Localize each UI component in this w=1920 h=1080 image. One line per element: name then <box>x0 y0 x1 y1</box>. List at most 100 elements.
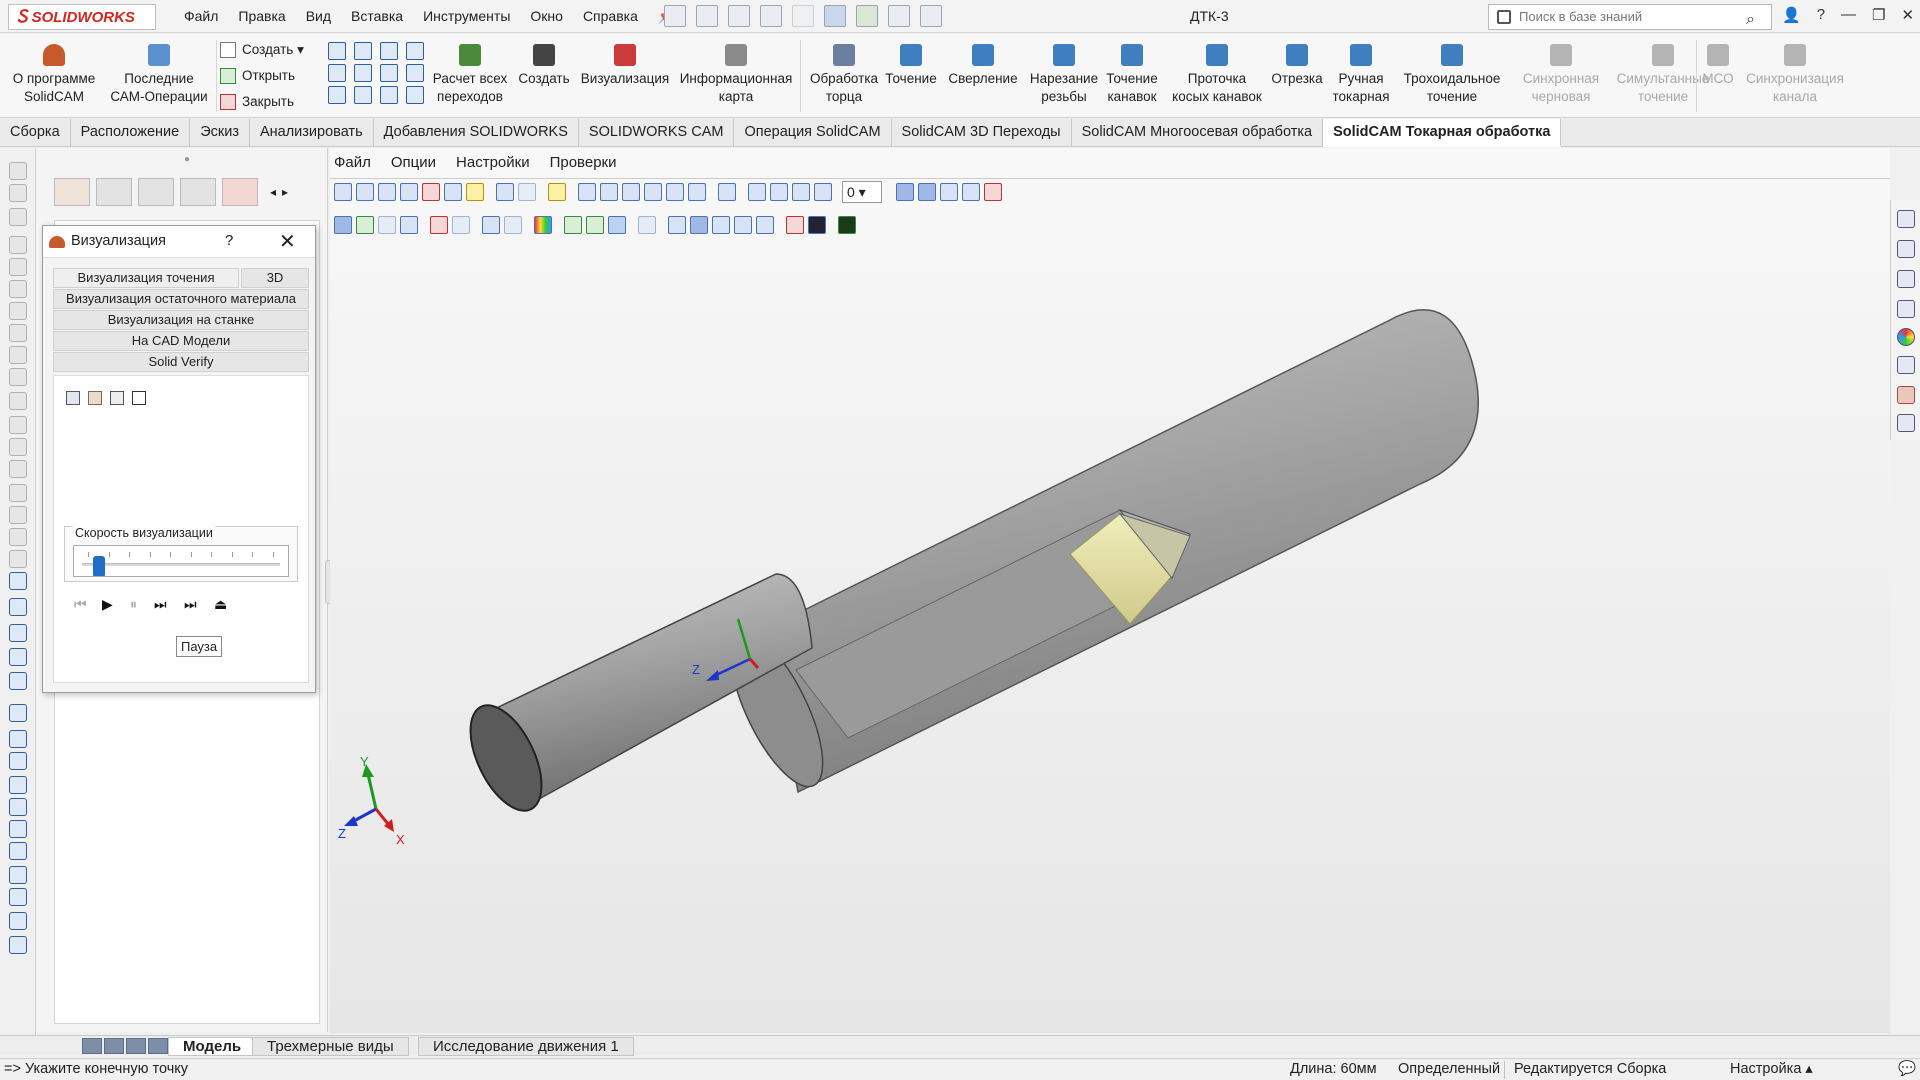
left-strip-tool-icon[interactable] <box>9 368 27 386</box>
grid-op-icon[interactable] <box>406 64 424 82</box>
measure-icon[interactable] <box>466 183 484 201</box>
section-off-icon[interactable] <box>518 183 536 201</box>
rotate-icon[interactable] <box>400 183 418 201</box>
close-icon[interactable]: ✕ <box>1901 6 1914 24</box>
report-icon[interactable] <box>838 216 856 234</box>
graphics-area[interactable]: Файл Опции Настройки Проверки 0 ▾ Z Y Z … <box>330 148 1890 1033</box>
left-strip-tool-icon[interactable] <box>9 598 27 616</box>
left-strip-tool-icon[interactable] <box>9 208 27 226</box>
view-back-icon[interactable] <box>600 183 618 201</box>
tab-solidcam-manager[interactable] <box>54 178 90 206</box>
appearances-icon[interactable] <box>1897 328 1915 346</box>
command-tab-6[interactable]: Операция SolidCAM <box>734 119 892 147</box>
solidworks-logo[interactable]: Ꮪ SOLIDWORKS <box>8 4 156 30</box>
menu-window[interactable]: Окно <box>530 8 563 25</box>
last-tab-icon[interactable] <box>148 1038 168 1054</box>
home-icon[interactable] <box>1897 210 1915 228</box>
tab-motion-study[interactable]: Исследование движения 1 <box>418 1037 634 1056</box>
axis-icon[interactable] <box>586 216 604 234</box>
open-document-icon[interactable] <box>696 5 718 27</box>
grid-op-icon[interactable] <box>406 86 424 104</box>
first-tab-icon[interactable] <box>82 1038 102 1054</box>
grid-op-icon[interactable] <box>328 64 346 82</box>
tab-on-machine[interactable]: Визуализация на станке <box>53 310 309 330</box>
user-icon[interactable]: 👤 <box>1782 6 1801 24</box>
open-small-button[interactable]: Открыть <box>220 68 295 85</box>
file-explorer-icon[interactable] <box>1897 270 1915 288</box>
ribbon-button-11[interactable]: Ручная токарная <box>1330 44 1392 106</box>
left-strip-tool-icon[interactable] <box>9 842 27 860</box>
restore-icon[interactable]: ❐ <box>1872 6 1885 24</box>
command-tab-0[interactable]: Сборка <box>0 119 71 147</box>
show-tool-icon[interactable] <box>430 216 448 234</box>
view-trimetric-icon[interactable] <box>770 183 788 201</box>
show-target-icon[interactable] <box>356 216 374 234</box>
left-strip-tool-icon[interactable] <box>9 648 27 666</box>
ribbon-button-8[interactable]: Точение канавок <box>1100 44 1164 106</box>
status-settings[interactable]: Настройка ▴ <box>1730 1059 1813 1080</box>
left-strip-tool-icon[interactable] <box>9 484 27 502</box>
next-tab-icon[interactable] <box>126 1038 146 1054</box>
machine-icon[interactable] <box>808 216 826 234</box>
undo-icon[interactable] <box>792 5 814 27</box>
left-strip-tool-icon[interactable] <box>9 572 27 590</box>
knowledge-base-search[interactable]: Поиск в базе знаний ⌕ <box>1488 4 1772 30</box>
command-tab-7[interactable]: SolidCAM 3D Переходы <box>892 119 1072 147</box>
view-dimetric-icon[interactable] <box>748 183 766 201</box>
tab-on-cad-model[interactable]: На CAD Модели <box>53 331 309 351</box>
display-edges-icon[interactable] <box>918 183 936 201</box>
chevron-left-icon[interactable]: ◂ <box>270 178 276 206</box>
pause-icon[interactable]: ⏸ <box>130 596 137 613</box>
menu-help[interactable]: Справка <box>583 8 638 25</box>
left-strip-tool-icon[interactable] <box>9 346 27 364</box>
camera-icon[interactable] <box>638 216 656 234</box>
show-holder-icon[interactable] <box>452 216 470 234</box>
view-next-icon[interactable] <box>814 183 832 201</box>
grid-op-icon[interactable] <box>354 86 372 104</box>
recent-cam-operations-button[interactable]: Последние САМ-Операции <box>106 44 212 106</box>
dialog-titlebar[interactable]: Визуализация ? ✕ <box>43 226 315 258</box>
ribbon-button-15[interactable]: МСО <box>1696 44 1740 88</box>
ribbon-button-12[interactable]: Трохоидальное точение <box>1396 44 1508 106</box>
left-strip-tool-icon[interactable] <box>9 672 27 690</box>
material-icon[interactable] <box>88 391 102 405</box>
grid-op-icon[interactable] <box>328 42 346 60</box>
select-icon[interactable] <box>444 183 462 201</box>
ribbon-button-5[interactable]: Точение <box>878 44 944 88</box>
left-strip-tool-icon[interactable] <box>9 550 27 568</box>
grid-op-icon[interactable] <box>328 86 346 104</box>
left-strip-tool-icon[interactable] <box>9 506 27 524</box>
left-strip-tool-icon[interactable] <box>9 162 27 180</box>
forum-icon[interactable] <box>1897 414 1915 432</box>
help-icon[interactable]: ? <box>225 232 233 249</box>
grid-op-icon[interactable] <box>406 42 424 60</box>
chevron-right-icon[interactable]: ▸ <box>282 178 288 206</box>
left-strip-tool-icon[interactable] <box>9 776 27 794</box>
left-strip-tool-icon[interactable] <box>9 820 27 838</box>
left-strip-tool-icon[interactable] <box>9 912 27 930</box>
rebuild-icon[interactable] <box>856 5 878 27</box>
command-tab-5[interactable]: SOLIDWORKS CAM <box>579 119 735 147</box>
left-strip-tool-icon[interactable] <box>9 888 27 906</box>
left-strip-tool-icon[interactable] <box>9 528 27 546</box>
plus-z-icon[interactable] <box>734 216 752 234</box>
left-strip-tool-icon[interactable] <box>9 936 27 954</box>
ribbon-button-4[interactable]: Обработка торца <box>804 44 884 106</box>
left-strip-tool-icon[interactable] <box>9 392 27 410</box>
search-icon[interactable]: ⌕ <box>1746 8 1755 32</box>
table-icon[interactable] <box>132 391 146 405</box>
command-tab-3[interactable]: Анализировать <box>250 119 374 147</box>
ribbon-button-1[interactable]: Создать <box>512 44 576 88</box>
zoom-window-icon[interactable] <box>356 183 374 201</box>
help-icon[interactable]: ? <box>1817 6 1825 24</box>
left-strip-tool-icon[interactable] <box>9 236 27 254</box>
ribbon-button-16[interactable]: Синхронизация канала <box>1744 44 1846 106</box>
grid-op-icon[interactable] <box>380 64 398 82</box>
step-forward-icon[interactable]: ⏭ <box>154 596 167 613</box>
ribbon-button-10[interactable]: Отрезка <box>1266 44 1328 88</box>
pan-icon[interactable] <box>378 183 396 201</box>
left-strip-tool-icon[interactable] <box>9 866 27 884</box>
collision-icon[interactable] <box>786 216 804 234</box>
create-small-button[interactable]: Создать ▾ <box>220 42 304 59</box>
new-document-icon[interactable] <box>664 5 686 27</box>
